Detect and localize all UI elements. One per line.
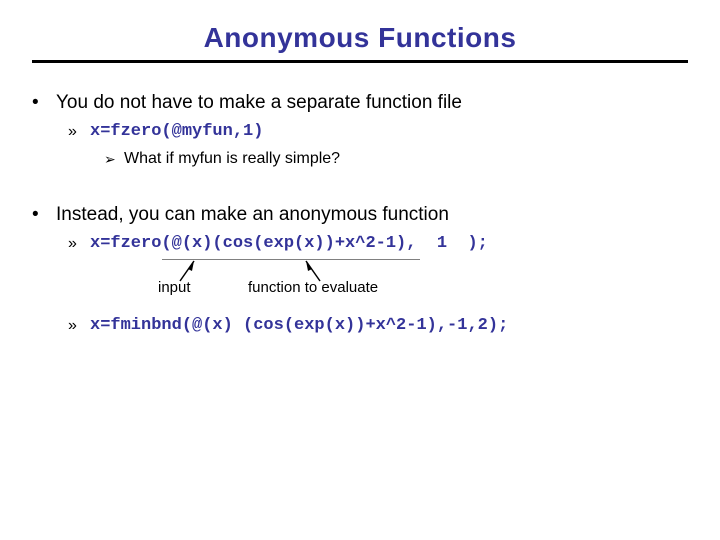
slide: Anonymous Functions • You do not have to… <box>0 0 720 540</box>
slide-title: Anonymous Functions <box>32 22 688 54</box>
annotation-label-input: input <box>158 279 191 296</box>
bullet-level2: » x=fminbnd(@(x) (cos(exp(x))+x^2-1),-1,… <box>68 315 688 337</box>
title-rule <box>32 60 688 63</box>
bullet-level2: » x=fzero(@(x)(cos(exp(x))+x^2-1), 1 ); <box>68 233 688 255</box>
code-line: x=fminbnd(@(x) (cos(exp(x))+x^2-1),-1,2)… <box>90 315 508 337</box>
bullet-text: Instead, you can make an anonymous funct… <box>56 203 449 227</box>
triangle-icon: ➢ <box>104 149 124 169</box>
code-line: x=fzero(@myfun,1) <box>90 121 263 143</box>
raquo-icon: » <box>68 121 90 143</box>
bullet-dot-icon: • <box>32 91 56 115</box>
code-line: x=fzero(@(x)(cos(exp(x))+x^2-1), 1 ); <box>90 233 488 255</box>
annotation-diagram: input function to evaluate <box>90 259 688 297</box>
bullet-text: What if myfun is really simple? <box>124 149 340 169</box>
bullet-level3: ➢ What if myfun is really simple? <box>104 149 688 169</box>
bullet-dot-icon: • <box>32 203 56 227</box>
raquo-icon: » <box>68 315 90 337</box>
bullet-level1: • You do not have to make a separate fun… <box>32 91 688 115</box>
spacer <box>32 297 688 311</box>
annotation-label-func: function to evaluate <box>248 279 378 296</box>
bullet-level2: » x=fzero(@myfun,1) <box>68 121 688 143</box>
raquo-icon: » <box>68 233 90 255</box>
bullet-text: You do not have to make a separate funct… <box>56 91 462 115</box>
bullet-level1: • Instead, you can make an anonymous fun… <box>32 203 688 227</box>
spacer <box>32 169 688 203</box>
